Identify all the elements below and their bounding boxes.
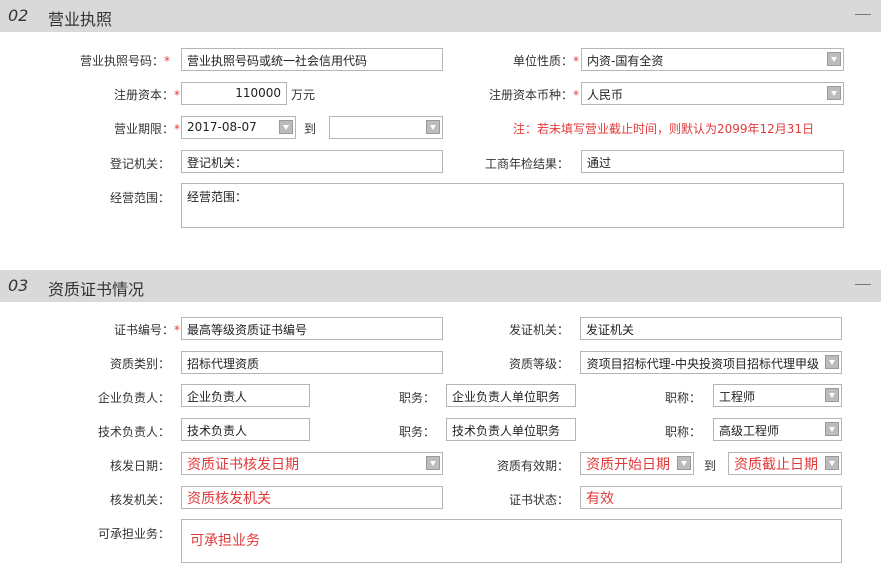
chevron-down-icon xyxy=(825,355,839,369)
term-note: 注：若未填写营业截止时间，则默认为2099年12月31日 xyxy=(513,122,815,136)
issuer-label: 发证机关： xyxy=(508,323,569,337)
tech-head-input[interactable]: 技术负责人 xyxy=(181,418,310,441)
chevron-down-icon xyxy=(825,422,839,436)
issue-org-input[interactable]: 资质核发机关 xyxy=(181,486,443,509)
collapse-icon[interactable] xyxy=(855,14,871,15)
section-title: 营业执照 xyxy=(48,10,113,29)
currency-label: 注册资本币种：* xyxy=(488,88,579,102)
tech-title-label: 职称： xyxy=(664,425,701,439)
issue-org-label: 核发机关： xyxy=(109,493,170,507)
cert-no-label: 证书编号：* xyxy=(113,323,180,337)
term-end-date[interactable] xyxy=(329,116,443,139)
section-header-qualification: 03 资质证书情况 xyxy=(0,270,881,302)
cert-status-label: 证书状态： xyxy=(508,493,569,507)
ent-head-input[interactable]: 企业负责人 xyxy=(181,384,310,407)
calendar-dropdown-icon xyxy=(426,120,440,134)
chevron-down-icon xyxy=(827,52,841,66)
qual-type-label: 资质类别： xyxy=(109,357,170,371)
license-no-input[interactable]: 营业执照号码或统一社会信用代码 xyxy=(181,48,443,71)
cert-status-input[interactable]: 有效 xyxy=(580,486,842,509)
ent-title-label: 职称： xyxy=(664,391,701,405)
ent-head-label: 企业负责人： xyxy=(97,391,170,405)
calendar-dropdown-icon xyxy=(279,120,293,134)
tech-title-select[interactable]: 高级工程师 xyxy=(713,418,842,441)
unit-type-label: 单位性质：* xyxy=(512,54,579,68)
chevron-down-icon xyxy=(825,388,839,402)
authority-input[interactable]: 登记机关： xyxy=(181,150,443,173)
calendar-dropdown-icon xyxy=(677,456,691,470)
validity-start-picker[interactable]: 资质开始日期 xyxy=(580,452,694,475)
business-textarea[interactable]: 可承担业务 xyxy=(181,519,842,563)
section-number: 02 xyxy=(8,6,29,25)
term-to-text: 到 xyxy=(304,122,317,136)
collapse-icon[interactable] xyxy=(855,284,871,285)
scope-label: 经营范围： xyxy=(109,191,170,205)
calendar-dropdown-icon xyxy=(825,456,839,470)
capital-input[interactable]: 110000 xyxy=(181,82,287,105)
validity-end-picker[interactable]: 资质截止日期 xyxy=(728,452,842,475)
ent-title-select[interactable]: 工程师 xyxy=(713,384,842,407)
term-label: 营业期限：* xyxy=(113,122,180,136)
annual-check-input[interactable]: 通过 xyxy=(581,150,844,173)
qual-level-label: 资质等级： xyxy=(508,357,569,371)
qual-type-input[interactable]: 招标代理资质 xyxy=(181,351,443,374)
cert-no-input[interactable]: 最高等级资质证书编号 xyxy=(181,317,443,340)
tech-post-label: 职务： xyxy=(398,425,435,439)
tech-head-label: 技术负责人： xyxy=(97,425,170,439)
validity-label: 资质有效期： xyxy=(496,459,569,473)
section-number: 03 xyxy=(8,276,29,295)
validity-to-text: 到 xyxy=(704,459,717,473)
currency-select[interactable]: 人民币 xyxy=(581,82,844,105)
unit-type-select[interactable]: 内资-国有全资 xyxy=(581,48,844,71)
scope-textarea[interactable]: 经营范围： xyxy=(181,183,844,228)
issuer-input[interactable]: 发证机关 xyxy=(580,317,842,340)
capital-label: 注册资本：* xyxy=(113,88,180,102)
calendar-dropdown-icon xyxy=(426,456,440,470)
qual-level-select[interactable]: 央投资项目招标代理-中央投资项目招标代理甲级 xyxy=(580,351,842,374)
ent-post-input[interactable]: 企业负责人单位职务 xyxy=(446,384,576,407)
issue-date-picker[interactable]: 资质证书核发日期 xyxy=(181,452,443,475)
capital-unit: 万元 xyxy=(291,88,316,102)
tech-post-input[interactable]: 技术负责人单位职务 xyxy=(446,418,576,441)
license-no-label: 营业执照号码：* xyxy=(79,54,170,68)
ent-post-label: 职务： xyxy=(398,391,435,405)
business-label: 可承担业务： xyxy=(97,527,170,541)
section-header-license: 02 营业执照 xyxy=(0,0,881,32)
annual-check-label: 工商年检结果： xyxy=(484,157,569,171)
section-title: 资质证书情况 xyxy=(48,280,145,299)
authority-label: 登记机关： xyxy=(109,157,170,171)
chevron-down-icon xyxy=(827,86,841,100)
term-start-date[interactable]: 2017-08-07 xyxy=(181,116,296,139)
issue-date-label: 核发日期： xyxy=(109,459,170,473)
